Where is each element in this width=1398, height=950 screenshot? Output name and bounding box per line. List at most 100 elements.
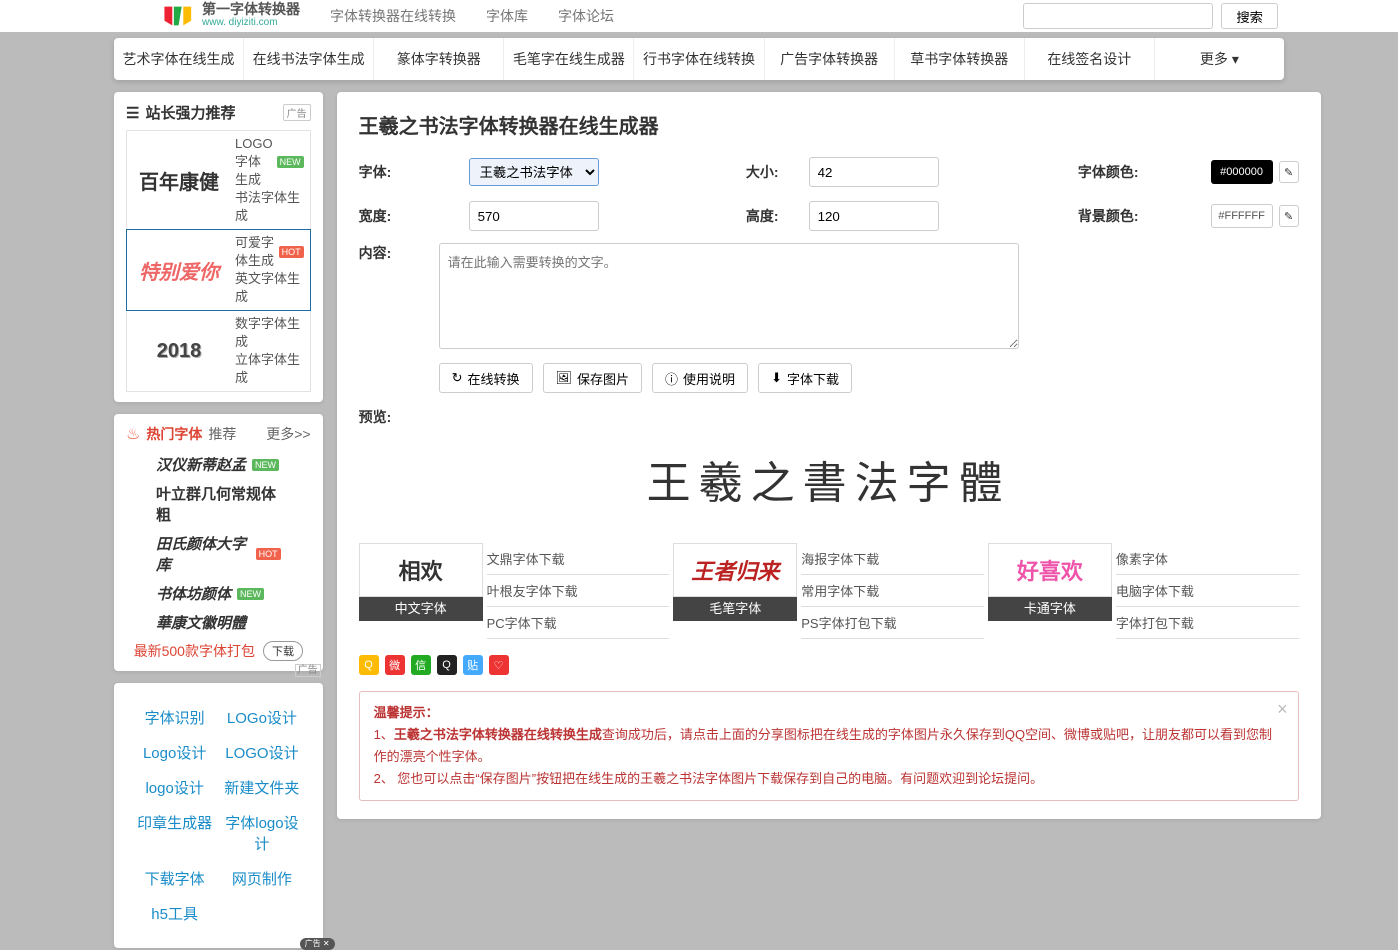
nav-item[interactable]: 毛笔字在线生成器 <box>504 38 634 80</box>
nav-more[interactable]: 更多 ▾ <box>1155 38 1284 80</box>
convert-button[interactable]: ↻在线转换 <box>439 363 533 393</box>
quick-link[interactable]: 下载字体 <box>134 868 215 889</box>
quick-link[interactable]: Logo设计 <box>134 742 215 763</box>
bg-color-value[interactable]: #FFFFFF <box>1211 204 1273 228</box>
rec-thumb: 2018 <box>133 332 225 370</box>
wechat-icon[interactable]: 信 <box>411 655 431 675</box>
quick-link[interactable]: LOGo设计 <box>221 707 302 728</box>
download-button[interactable]: 下载 <box>263 641 303 661</box>
tieba-icon[interactable]: 贴 <box>463 655 483 675</box>
top-link[interactable]: 字体库 <box>486 6 528 26</box>
main-nav: 艺术字体在线生成 在线书法字体生成 篆体字转换器 毛笔字在线生成器 行书字体在线… <box>114 38 1284 80</box>
nav-item[interactable]: 广告字体转换器 <box>765 38 895 80</box>
card-link[interactable]: PS字体打包下载 <box>801 607 984 639</box>
quick-link[interactable]: 新建文件夹 <box>221 777 302 798</box>
color-picker-icon[interactable]: ✎ <box>1279 205 1299 227</box>
ad-tag: 广告 <box>283 104 311 121</box>
preview-area: 王羲之書法字體 <box>359 433 1299 525</box>
qzone-icon[interactable]: Q <box>359 655 379 675</box>
card-link[interactable]: 像素字体 <box>1116 543 1299 575</box>
nav-item[interactable]: 在线书法字体生成 <box>244 38 374 80</box>
bg-color-label: 背景颜色: <box>1009 206 1139 226</box>
recommend-panel: ☰站长强力推荐 广告 百年康健 LOGO字体生成NEW书法字体生成 特别爱你 可… <box>114 92 323 402</box>
quick-links-panel: 字体识别 LOGo设计 Logo设计 LOGO设计 logo设计 新建文件夹 印… <box>114 683 323 948</box>
hot-item[interactable]: 華康文徽明體 <box>156 612 281 633</box>
pack-link[interactable]: 最新500款字体打包 <box>134 641 255 661</box>
size-label: 大小: <box>679 162 779 182</box>
ad-pill: 广告 ✕ <box>300 938 335 950</box>
nav-item[interactable]: 行书字体在线转换 <box>634 38 764 80</box>
preview-label: 预览: <box>359 407 1299 427</box>
card-caption[interactable]: 中文字体 <box>359 597 483 621</box>
size-input[interactable] <box>809 157 939 187</box>
top-links: 字体转换器在线转换 字体库 字体论坛 <box>330 6 614 26</box>
rec-thumb: 百年康健 <box>133 161 225 199</box>
nav-item[interactable]: 草书字体转换器 <box>895 38 1025 80</box>
font-color-value[interactable]: #000000 <box>1211 160 1273 184</box>
quick-link[interactable]: 网页制作 <box>221 868 302 889</box>
width-input[interactable] <box>469 201 599 231</box>
card-caption[interactable]: 卡通字体 <box>988 597 1112 621</box>
quick-link[interactable]: 印章生成器 <box>134 812 215 854</box>
more-link[interactable]: 更多>> <box>266 424 310 444</box>
top-link[interactable]: 字体转换器在线转换 <box>330 6 456 26</box>
hot-panel: ♨热门字体推荐 更多>> 汉仪新蒂赵孟NEW 叶立群几何常规体粗 田氏颜体大字库… <box>114 414 323 671</box>
height-input[interactable] <box>809 201 939 231</box>
quick-link[interactable]: h5工具 <box>134 903 215 924</box>
nav-item[interactable]: 篆体字转换器 <box>374 38 504 80</box>
color-picker-icon[interactable]: ✎ <box>1279 161 1299 183</box>
image-icon: 🖼 <box>556 370 573 386</box>
hot-item[interactable]: 田氏颜体大字库HOT <box>156 533 281 575</box>
quick-link[interactable]: logo设计 <box>134 777 215 798</box>
hot-title: 热门字体 <box>146 424 202 444</box>
page-title: 王羲之书法字体转换器在线生成器 <box>359 110 1299 139</box>
card-link[interactable]: 海报字体下载 <box>801 543 984 575</box>
site-domain: 第一字体转换器www. diyiziti.com <box>202 4 300 28</box>
font-download-button[interactable]: ⬇字体下载 <box>758 363 852 393</box>
hot-item[interactable]: 叶立群几何常规体粗 <box>156 483 281 525</box>
content-label: 内容: <box>359 243 409 263</box>
rec-item[interactable]: 特别爱你 可爱字体生成HOT英文字体生成 <box>126 229 311 311</box>
card-link[interactable]: 字体打包下载 <box>1116 607 1299 639</box>
top-link[interactable]: 字体论坛 <box>558 6 614 26</box>
card-link[interactable]: 常用字体下载 <box>801 575 984 607</box>
close-icon[interactable]: × <box>1277 698 1288 720</box>
rec-item[interactable]: 2018 数字字体生成立体字体生成 <box>126 310 311 392</box>
card-link[interactable]: PC字体下载 <box>487 607 670 639</box>
nav-item[interactable]: 艺术字体在线生成 <box>114 38 244 80</box>
quick-link[interactable]: 字体识别 <box>134 707 215 728</box>
nav-item[interactable]: 在线签名设计 <box>1025 38 1155 80</box>
chevron-down-icon: ▾ <box>1232 51 1239 68</box>
search-button[interactable]: 搜索 <box>1221 3 1278 29</box>
card-thumb: 王者归来 <box>673 543 797 597</box>
card-link[interactable]: 文鼎字体下载 <box>487 543 670 575</box>
refresh-icon: ↻ <box>452 370 463 386</box>
card-link[interactable]: 叶根友字体下载 <box>487 575 670 607</box>
hot-item[interactable]: 书体坊颜体NEW <box>156 583 281 604</box>
weibo-icon[interactable]: 微 <box>385 655 405 675</box>
card-link[interactable]: 电脑字体下载 <box>1116 575 1299 607</box>
save-image-button[interactable]: 🖼保存图片 <box>543 363 643 393</box>
quick-link[interactable]: 字体logo设计 <box>221 812 302 854</box>
qq-icon[interactable]: Q <box>437 655 457 675</box>
preview-text: 王羲之書法字體 <box>647 447 1011 511</box>
width-label: 宽度: <box>359 206 439 226</box>
quick-link[interactable]: LOGO设计 <box>221 742 302 763</box>
topbar: 第一字体转换器www. diyiziti.com 字体转换器在线转换 字体库 字… <box>0 0 1398 32</box>
content-textarea[interactable] <box>439 243 1019 349</box>
help-button[interactable]: ⓘ使用说明 <box>652 363 748 393</box>
share-icon[interactable]: ♡ <box>489 655 509 675</box>
card-caption[interactable]: 毛笔字体 <box>673 597 797 621</box>
hot-item[interactable]: 汉仪新蒂赵孟NEW <box>156 454 281 475</box>
flame-icon: ♨ <box>126 424 140 444</box>
font-select[interactable]: 王羲之书法字体 <box>469 158 599 186</box>
panel-title: 站长强力推荐 <box>145 102 235 123</box>
font-color-label: 字体颜色: <box>1009 162 1139 182</box>
card-thumb: 相欢 <box>359 543 483 597</box>
search-input[interactable] <box>1023 3 1213 29</box>
rec-item[interactable]: 百年康健 LOGO字体生成NEW书法字体生成 <box>126 130 311 230</box>
card-thumb: 好喜欢 <box>988 543 1112 597</box>
tip-box: × 温馨提示： 1、王羲之书法字体转换器在线转换生成查询成功后，请点击上面的分享… <box>359 691 1299 801</box>
site-logo[interactable]: 第一字体转换器www. diyiziti.com <box>160 4 300 28</box>
height-label: 高度: <box>679 206 779 226</box>
